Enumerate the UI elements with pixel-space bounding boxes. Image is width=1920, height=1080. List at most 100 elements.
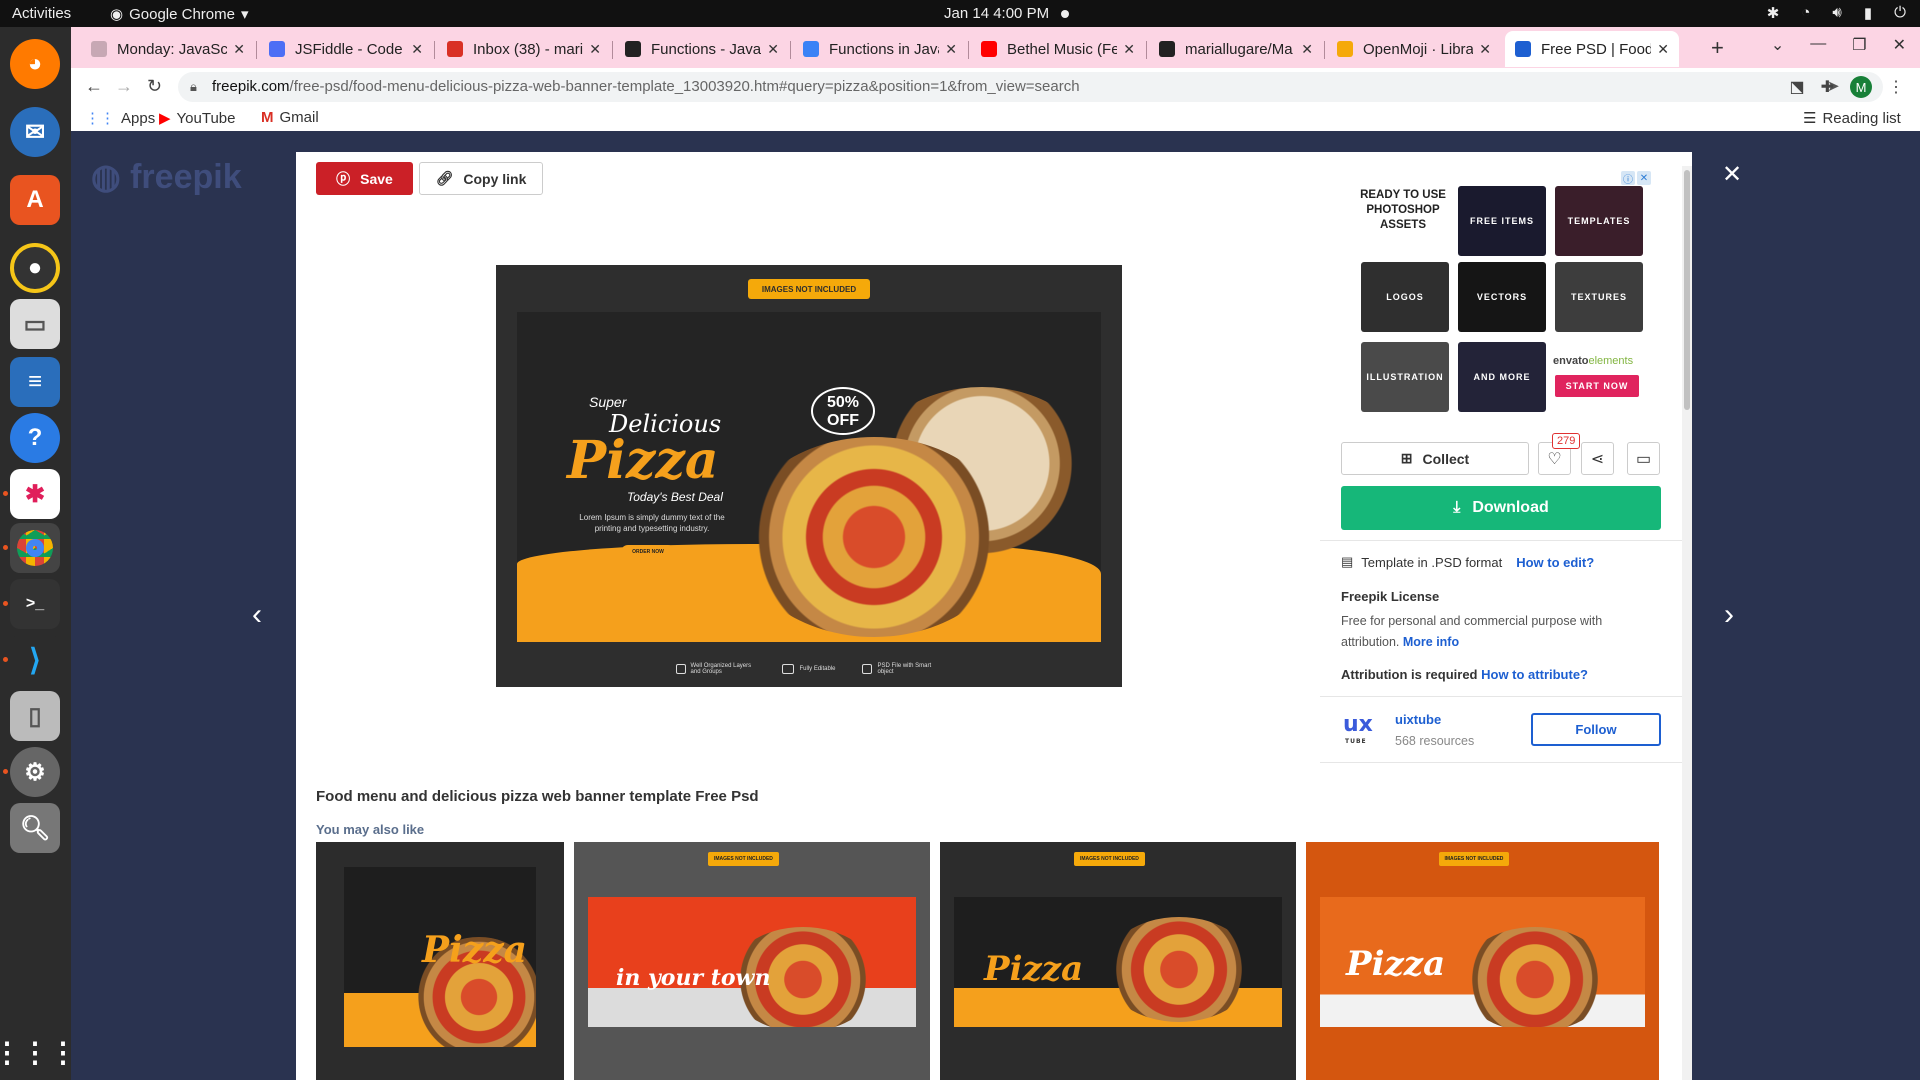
how-to-edit-link[interactable]: How to edit? — [1516, 555, 1594, 570]
software-center-icon[interactable]: A — [10, 175, 60, 225]
author-name[interactable]: uixtube — [1395, 712, 1441, 727]
copy-link-button[interactable]: 🔗︎ Copy link — [419, 162, 543, 195]
extension-icon[interactable]: ⬔ — [1789, 77, 1804, 97]
ad-choices[interactable]: ⓘ ✕ — [1621, 171, 1651, 186]
files-icon[interactable]: ▭ — [10, 299, 60, 349]
system-tray[interactable]: ✱ ◔ 🔊︎ ▮ ⏻ — [1767, 4, 1906, 22]
writer-icon[interactable]: ≡ — [10, 357, 60, 407]
tab-close-icon[interactable]: ✕ — [589, 41, 601, 58]
tab-close-icon[interactable]: ✕ — [945, 41, 957, 58]
share-button[interactable]: ⋖ — [1581, 442, 1614, 475]
preview-image[interactable]: IMAGES NOT INCLUDED Super Delicious Pizz… — [496, 265, 1122, 687]
extensions-puzzle-icon[interactable]: ✚ — [1821, 77, 1834, 97]
share-icon: ⋖ — [1590, 450, 1605, 468]
browser-tab[interactable]: JSFiddle - Code P ✕ — [259, 31, 433, 67]
collect-button[interactable]: ⊞ Collect — [1341, 442, 1529, 475]
next-arrow-icon[interactable]: › — [1724, 598, 1734, 632]
browser-tab[interactable]: Functions - JavaS ✕ — [615, 31, 789, 67]
tab-label: Functions - JavaS — [651, 40, 762, 58]
ad-tile[interactable]: VECTORS — [1458, 262, 1546, 332]
tab-close-icon[interactable]: ✕ — [1657, 41, 1669, 58]
terminal-icon[interactable]: >_ — [10, 579, 60, 629]
tab-close-icon[interactable]: ✕ — [1301, 41, 1313, 58]
bookmark-apps[interactable]: ⋮⋮ Apps — [85, 109, 155, 128]
related-thumbnail[interactable]: IMAGES NOT INCLUDED in your town — [574, 842, 930, 1080]
archive-icon[interactable]: ▯ — [10, 691, 60, 741]
related-thumbnail[interactable]: Pizza — [316, 842, 564, 1080]
how-to-attribute-link[interactable]: How to attribute? — [1481, 667, 1588, 682]
tab-close-icon[interactable]: ✕ — [1123, 41, 1135, 58]
slack-tray-icon[interactable]: ✱ — [1767, 4, 1780, 22]
envato-logo[interactable]: envatoelements — [1553, 355, 1633, 367]
chrome-dock-icon[interactable] — [10, 523, 60, 573]
tab-search-icon[interactable]: ⌄ — [1771, 35, 1784, 55]
slack-icon[interactable]: ✱ — [10, 469, 60, 519]
lock-icon[interactable]: 🔒︎ — [190, 72, 197, 102]
reload-icon[interactable]: ↻ — [147, 76, 162, 97]
ad-tile[interactable]: TEXTURES — [1555, 262, 1643, 332]
previous-arrow-icon[interactable]: ‹ — [252, 598, 262, 632]
pinterest-save-button[interactable]: ⓟ Save — [316, 162, 413, 195]
ad-close-icon[interactable]: ✕ — [1637, 171, 1651, 185]
address-bar[interactable]: 🔒︎ freepik.com/free-psd/food-menu-delici… — [178, 72, 1883, 102]
ad-tile[interactable]: ILLUSTRATION — [1361, 342, 1449, 412]
browser-tab[interactable]: OpenMoji · Libra ✕ — [1327, 31, 1501, 67]
tab-close-icon[interactable]: ✕ — [411, 41, 423, 58]
download-button[interactable]: ⤓ Download — [1341, 486, 1661, 530]
app-menu[interactable]: ◉ Google Chrome ▾ — [110, 5, 249, 24]
file-icon — [861, 664, 873, 674]
new-tab-button[interactable]: + — [1711, 35, 1724, 61]
tab-favicon-icon — [447, 41, 463, 57]
ad-tile[interactable]: LOGOS — [1361, 262, 1449, 332]
ad-tile[interactable]: AND MORE — [1458, 342, 1546, 412]
author-avatar[interactable]: ux TUBE — [1343, 712, 1381, 745]
ad-tile[interactable]: TEMPLATES — [1555, 186, 1643, 256]
divider — [1320, 540, 1682, 541]
tab-favicon-icon — [625, 41, 641, 57]
modal-scrollbar[interactable] — [1682, 166, 1692, 1080]
gmail-icon: M — [261, 109, 274, 126]
show-apps-grid-icon[interactable]: ⋮⋮⋮ — [0, 1027, 77, 1077]
thunderbird-icon[interactable]: ✉ — [10, 107, 60, 157]
settings-icon[interactable]: ⚙ — [10, 747, 60, 797]
back-icon[interactable]: ← — [85, 76, 103, 97]
activities-button[interactable]: Activities — [12, 5, 71, 22]
bookmark-gmail[interactable]: M Gmail — [261, 109, 319, 126]
follow-button[interactable]: Follow — [1531, 713, 1661, 746]
avatar[interactable]: M — [1850, 76, 1872, 98]
comment-button[interactable]: ▭ — [1627, 442, 1660, 475]
browser-tab[interactable]: Free PSD | Food r ✕ — [1505, 31, 1679, 67]
browser-tab[interactable]: Bethel Music (Fe ✕ — [971, 31, 1145, 67]
bookmark-youtube[interactable]: ▶ YouTube — [159, 109, 236, 128]
ad-info-icon[interactable]: ⓘ — [1621, 171, 1635, 186]
minimize-icon[interactable]: — — [1810, 35, 1826, 55]
ad-tile[interactable]: FREE ITEMS — [1458, 186, 1546, 256]
browser-tab[interactable]: Functions in Java ✕ — [793, 31, 967, 67]
vscode-icon[interactable]: ⟩ — [10, 635, 60, 685]
close-window-icon[interactable]: ✕ — [1893, 35, 1906, 55]
browser-tab[interactable]: mariallugare/Ma ✕ — [1149, 31, 1323, 67]
tab-close-icon[interactable]: ✕ — [1479, 41, 1491, 58]
rhythmbox-icon[interactable]: ● — [10, 243, 60, 293]
magnifier-icon[interactable]: 🔍︎ — [10, 803, 60, 853]
banner-artwork: Super Delicious Pizza Today's Best Deal … — [517, 312, 1101, 642]
browser-tab[interactable]: Inbox (38) - maria ✕ — [437, 31, 611, 67]
modal-close-icon[interactable]: ✕ — [1722, 160, 1742, 189]
menu-kebab-icon[interactable]: ⋮ — [1888, 77, 1904, 97]
more-info-link[interactable]: More info — [1403, 635, 1459, 649]
ad-heading: READY TO USE PHOTOSHOP ASSETS — [1360, 189, 1446, 231]
browser-tab[interactable]: Monday: JavaScri ✕ — [81, 31, 255, 67]
scrollbar-thumb[interactable] — [1684, 170, 1690, 410]
tab-close-icon[interactable]: ✕ — [767, 41, 779, 58]
attribution-row: Attribution is required How to attribute… — [1341, 667, 1588, 682]
reading-list[interactable]: ☰ Reading list — [1803, 109, 1901, 128]
firefox-icon[interactable]: ◕ — [10, 39, 60, 89]
related-thumbnail[interactable]: IMAGES NOT INCLUDED Pizza — [940, 842, 1296, 1080]
tab-close-icon[interactable]: ✕ — [233, 41, 245, 58]
help-icon[interactable]: ? — [10, 413, 60, 463]
forward-icon[interactable]: → — [115, 76, 133, 97]
clock[interactable]: Jan 14 4:00 PM — [944, 5, 1049, 22]
running-indicator — [3, 545, 8, 550]
ad-start-now-button[interactable]: START NOW — [1555, 375, 1639, 397]
maximize-icon[interactable]: ❐ — [1852, 35, 1866, 55]
